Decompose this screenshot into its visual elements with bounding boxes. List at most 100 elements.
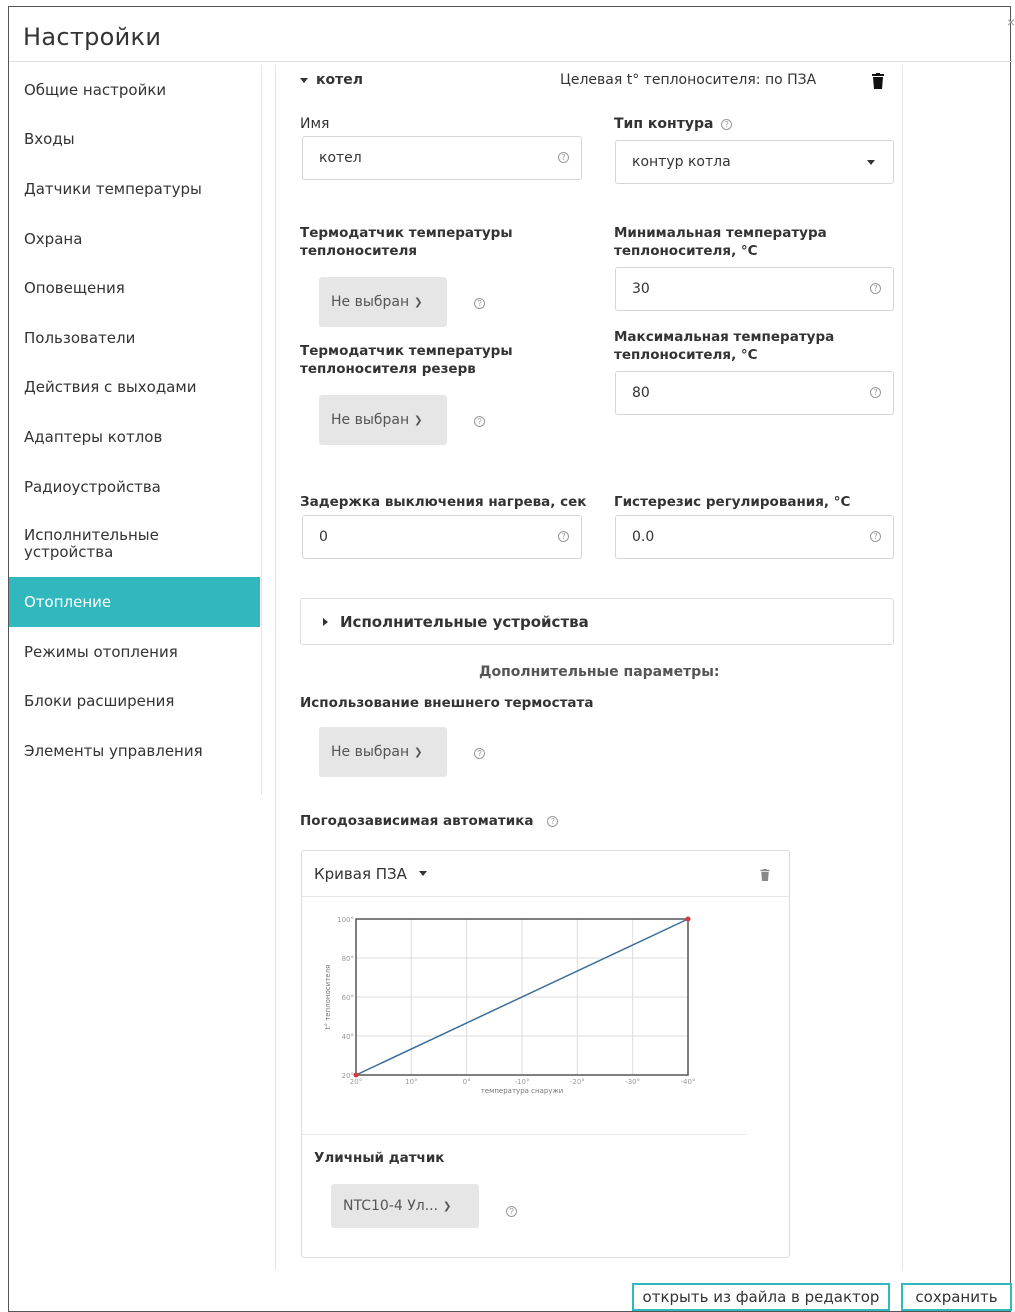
chevron-down-icon: ❯ — [414, 414, 423, 426]
circuit-name-header: котел — [316, 72, 363, 88]
open-file-button[interactable]: открыть из файла в редактор — [632, 1283, 890, 1311]
pza-curve-header[interactable]: Кривая ПЗА — [302, 851, 789, 897]
sidebar-item-label: Датчики температуры — [24, 179, 202, 198]
save-button[interactable]: сохранить — [901, 1283, 1012, 1311]
hysteresis-label: Гистерезис регулирования, °C — [614, 494, 851, 510]
sidebar-item-label: Отопление — [24, 593, 112, 612]
help-icon[interactable]: ? — [474, 298, 485, 309]
help-icon[interactable]: ? — [870, 531, 881, 542]
sensor-reserve-label: Термодатчик температуры теплоносителя ре… — [300, 343, 513, 377]
sidebar-item-radio-devices[interactable]: Радиоустройства — [9, 462, 260, 512]
sidebar-item-notifications[interactable]: Оповещения — [9, 263, 260, 313]
help-icon[interactable]: ? — [558, 531, 569, 542]
x-tick-label: -30° — [625, 1078, 640, 1086]
help-icon[interactable]: ? — [721, 118, 733, 130]
circuit-header[interactable]: котел — [300, 71, 363, 89]
sidebar-item-inputs[interactable]: Входы — [9, 115, 260, 165]
actuators-collapse[interactable]: Исполнительные устройства — [300, 598, 894, 645]
help-icon[interactable]: ? — [474, 748, 485, 759]
sidebar-item-boiler-adapters[interactable]: Адаптеры котлов — [9, 412, 260, 462]
weather-label-text: Погодозависимая автоматика — [300, 813, 534, 829]
help-icon[interactable]: ? — [474, 416, 485, 427]
actuators-label: Исполнительные устройства — [340, 612, 589, 631]
sensor-reserve-select[interactable]: Не выбран ❯ — [319, 395, 447, 445]
delay-input[interactable]: 0 ? — [302, 515, 582, 559]
x-tick-label: 10° — [405, 1078, 417, 1086]
content-right-divider — [902, 65, 903, 1270]
trash-icon[interactable] — [760, 869, 770, 881]
sidebar-item-label: Пользователи — [24, 328, 136, 347]
sidebar-item-actuators[interactable]: Исполнительные устройства — [9, 511, 260, 577]
chart-x-axis-label: температура снаружи — [481, 1087, 564, 1095]
sidebar-item-heating-modes[interactable]: Режимы отопления — [9, 627, 260, 677]
sidebar-item-label: Режимы отопления — [24, 642, 178, 661]
caret-down-icon — [867, 160, 875, 165]
sidebar-item-output-actions[interactable]: Действия с выходами — [9, 363, 260, 413]
name-label: Имя — [300, 116, 330, 132]
type-select[interactable]: контур котла — [615, 140, 894, 184]
chevron-down-icon: ❯ — [443, 1200, 452, 1212]
help-icon[interactable]: ? — [547, 815, 559, 827]
y-tick-label: 40° — [342, 1033, 354, 1041]
title-divider — [9, 61, 1012, 62]
sidebar-item-label: Исполнительные устройства — [24, 526, 159, 562]
street-sensor-value: NTC10-4 Ул... — [343, 1198, 439, 1214]
x-tick-label: -40° — [681, 1078, 696, 1086]
ext-thermostat-label: Использование внешнего термостата — [300, 695, 594, 711]
chevron-down-icon: ❯ — [414, 296, 423, 308]
x-tick-label: -10° — [515, 1078, 530, 1086]
hysteresis-value: 0.0 — [632, 529, 655, 545]
sidebar-item-label: Адаптеры котлов — [24, 427, 163, 446]
sidebar-item-label: Блоки расширения — [24, 692, 175, 711]
help-icon[interactable]: ? — [558, 152, 569, 163]
help-icon[interactable]: ? — [870, 387, 881, 398]
min-temp-label: Минимальная температура теплоносителя, °… — [614, 225, 827, 259]
chart-y-axis-label: t° теплоносителя — [324, 965, 332, 1030]
sidebar: Общие настройки Входы Датчики температур… — [9, 65, 260, 776]
min-temp-input[interactable]: 30 ? — [615, 267, 894, 311]
sidebar-item-security[interactable]: Охрана — [9, 214, 260, 264]
delay-label: Задержка выключения нагрева, сек — [300, 494, 587, 510]
name-input[interactable]: котел ? — [302, 136, 582, 180]
sidebar-divider — [261, 65, 262, 795]
weather-label: Погодозависимая автоматика? — [300, 812, 559, 830]
sidebar-item-label: Элементы управления — [24, 741, 203, 760]
sensor-reserve-value: Не выбран — [331, 412, 410, 428]
type-label: Тип контура? — [614, 115, 733, 133]
sensor-select[interactable]: Не выбран ❯ — [319, 277, 447, 327]
hysteresis-input[interactable]: 0.0 ? — [615, 515, 894, 559]
caret-right-icon — [323, 617, 328, 626]
ext-thermostat-select[interactable]: Не выбран ❯ — [319, 727, 447, 777]
curve-point — [353, 1072, 359, 1078]
ext-thermostat-value: Не выбран — [331, 744, 410, 760]
sidebar-item-label: Входы — [24, 130, 75, 149]
trash-icon[interactable] — [872, 73, 884, 89]
help-icon[interactable]: ? — [506, 1206, 517, 1217]
type-label-text: Тип контура — [614, 116, 714, 132]
pza-chart: температура снаружи t° теплоносителя 20°… — [324, 916, 696, 1095]
curve-point — [685, 916, 691, 922]
sidebar-item-expansion-blocks[interactable]: Блоки расширения — [9, 677, 260, 727]
type-value: контур котла — [632, 154, 731, 170]
sidebar-item-heating[interactable]: Отопление — [9, 577, 260, 627]
max-temp-input[interactable]: 80 ? — [615, 371, 894, 415]
caret-down-icon — [418, 871, 427, 876]
max-temp-label: Максимальная температура теплоносителя, … — [614, 329, 835, 363]
sidebar-item-label: Охрана — [24, 229, 83, 248]
name-value: котел — [319, 150, 362, 166]
extra-params-heading: Дополнительные параметры: — [479, 664, 720, 680]
sidebar-item-general[interactable]: Общие настройки — [9, 65, 260, 115]
curve-label: Кривая ПЗА — [314, 864, 407, 883]
sidebar-item-label: Оповещения — [24, 279, 125, 298]
help-icon[interactable]: ? — [870, 283, 881, 294]
x-tick-label: 0° — [463, 1078, 471, 1086]
sidebar-item-controls[interactable]: Элементы управления — [9, 726, 260, 776]
sidebar-item-users[interactable]: Пользователи — [9, 313, 260, 363]
sidebar-item-temp-sensors[interactable]: Датчики температуры — [9, 164, 260, 214]
close-icon[interactable]: × — [1007, 14, 1015, 30]
caret-down-icon — [300, 77, 308, 83]
pza-divider — [302, 1134, 747, 1135]
target-temp-text: Целевая t° теплоносителя: по ПЗА — [560, 72, 817, 88]
y-tick-label: 60° — [342, 994, 354, 1002]
street-sensor-select[interactable]: NTC10-4 Ул... ❯ — [331, 1184, 479, 1228]
